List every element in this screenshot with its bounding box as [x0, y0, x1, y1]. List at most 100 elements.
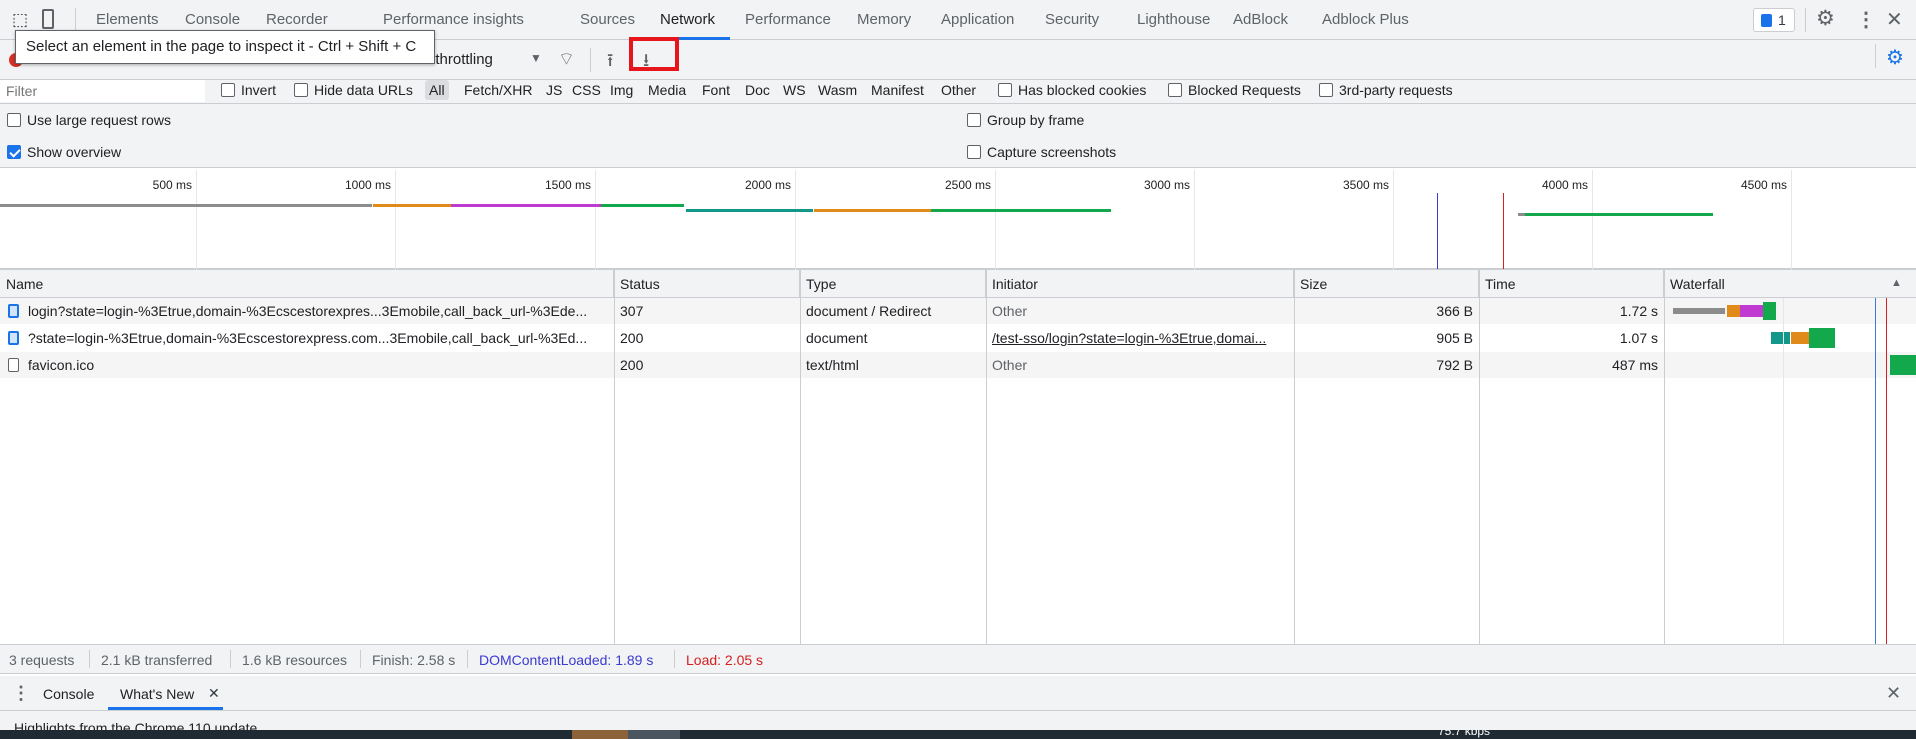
issues-count: 1	[1778, 12, 1786, 28]
drawer-menu-icon[interactable]: ⋮	[12, 683, 30, 704]
network-settings-gear-icon[interactable]: ⚙	[1886, 45, 1904, 70]
tab-memory[interactable]: Memory	[857, 11, 911, 28]
overview-bar-connect	[373, 204, 451, 207]
tab-network[interactable]: Network	[660, 11, 715, 28]
close-drawer-icon[interactable]: ✕	[1886, 683, 1901, 704]
overview-bar-waiting	[1525, 213, 1713, 216]
overview-bar-waiting	[931, 209, 1111, 212]
has-blocked-cookies-checkbox[interactable]: Has blocked cookies	[998, 82, 1146, 98]
tab-lighthouse[interactable]: Lighthouse	[1137, 11, 1210, 28]
column-header-initiator[interactable]: Initiator	[986, 270, 1294, 298]
request-status: 200	[620, 330, 644, 346]
whats-new-panel: Highlights from the Chrome 110 update	[0, 711, 1916, 731]
sort-ascending-icon[interactable]: ▲	[1891, 277, 1902, 289]
show-overview-checkbox[interactable]: Show overview	[7, 144, 121, 160]
tab-performance[interactable]: Performance	[745, 11, 831, 28]
drawer-tab-whats-new[interactable]: What's New	[120, 686, 194, 702]
filter-type-all[interactable]: All	[425, 80, 449, 100]
close-devtools-icon[interactable]: ✕	[1886, 7, 1903, 32]
filter-type-other[interactable]: Other	[941, 82, 976, 98]
close-tab-icon[interactable]: ✕	[208, 685, 220, 702]
filter-type-media[interactable]: Media	[648, 82, 686, 98]
drawer-tab-console[interactable]: Console	[43, 686, 94, 702]
request-initiator: Other	[992, 303, 1028, 319]
tab-adblock-plus[interactable]: Adblock Plus	[1322, 11, 1409, 28]
tab-elements[interactable]: Elements	[96, 11, 159, 28]
request-name[interactable]: ?state=login-%3Etrue,domain-%3Ecscestore…	[22, 325, 612, 351]
request-status: 200	[620, 357, 644, 373]
waterfall-bar-connect	[1791, 332, 1809, 344]
filter-type-img[interactable]: Img	[610, 82, 633, 98]
overview-bar-dns	[686, 209, 813, 212]
group-by-frame-checkbox[interactable]: Group by frame	[967, 112, 1084, 128]
issues-button[interactable]: 1	[1753, 8, 1795, 32]
request-initiator: Other	[992, 357, 1028, 373]
waterfall-bar-dns	[1771, 332, 1790, 344]
tab-security[interactable]: Security	[1045, 11, 1099, 28]
inspect-tooltip: Select an element in the page to inspect…	[15, 30, 435, 64]
transferred-size: 2.1 kB transferred	[101, 652, 213, 668]
blocked-requests-checkbox[interactable]: Blocked Requests	[1168, 82, 1301, 98]
table-row[interactable]: favicon.ico 200 text/html Other 792 B 48…	[0, 352, 1916, 378]
tab-console[interactable]: Console	[185, 11, 240, 28]
request-type: text/html	[806, 357, 859, 373]
filter-type-font[interactable]: Font	[702, 82, 730, 98]
import-har-icon[interactable]: ⭱	[607, 48, 613, 78]
filter-type-ws[interactable]: WS	[783, 82, 806, 98]
request-time: 1.72 s	[1619, 303, 1658, 319]
dcl-marker	[1437, 193, 1438, 269]
filter-type-manifest[interactable]: Manifest	[871, 82, 924, 98]
os-taskbar: 75.7 kbps	[0, 730, 1916, 739]
filter-type-wasm[interactable]: Wasm	[818, 82, 857, 98]
third-party-requests-checkbox[interactable]: 3rd-party requests	[1319, 82, 1453, 98]
overview-bar-queue	[0, 204, 372, 207]
overview-tick: 500 ms	[152, 178, 192, 192]
table-row[interactable]: ?state=login-%3Etrue,domain-%3Ecscestore…	[0, 325, 1916, 351]
column-header-size[interactable]: Size	[1294, 270, 1479, 298]
inspect-element-icon[interactable]: ⬚	[12, 10, 28, 30]
tab-application[interactable]: Application	[941, 11, 1014, 28]
overview-bar-ssl	[451, 204, 601, 207]
column-header-waterfall[interactable]: Waterfall	[1664, 270, 1916, 298]
filter-type-js[interactable]: JS	[546, 82, 562, 98]
settings-gear-icon[interactable]: ⚙	[1816, 6, 1835, 31]
invert-checkbox[interactable]: Invert	[221, 82, 276, 98]
capture-screenshots-checkbox[interactable]: Capture screenshots	[967, 144, 1116, 160]
waterfall-bar-waiting	[1763, 302, 1776, 320]
column-header-type[interactable]: Type	[800, 270, 986, 298]
overview-tick: 3000 ms	[1143, 178, 1190, 192]
finish-time: Finish: 2.58 s	[372, 652, 456, 668]
request-count: 3 requests	[9, 652, 75, 668]
file-icon	[8, 358, 19, 372]
request-initiator-link[interactable]: /test-sso/login?state=login-%3Etrue,doma…	[986, 325, 1294, 351]
request-status: 307	[620, 303, 644, 319]
tab-performance-insights[interactable]: Performance insights	[383, 11, 524, 28]
request-size: 905 B	[1436, 330, 1473, 346]
waterfall-bar-connect	[1727, 305, 1740, 317]
request-type: document / Redirect	[806, 303, 932, 319]
column-header-time[interactable]: Time	[1479, 270, 1664, 298]
request-name[interactable]: favicon.ico	[22, 352, 612, 378]
tab-adblock[interactable]: AdBlock	[1233, 11, 1288, 28]
network-speed: 75.7 kbps	[1438, 730, 1491, 738]
device-toolbar-icon[interactable]	[42, 9, 54, 29]
table-row[interactable]: login?state=login-%3Etrue,domain-%3Ecsce…	[0, 298, 1916, 324]
request-name[interactable]: login?state=login-%3Etrue,domain-%3Ecsce…	[22, 298, 612, 324]
network-conditions-icon[interactable]: ⌔	[558, 48, 575, 71]
filter-type-doc[interactable]: Doc	[745, 82, 770, 98]
column-header-name[interactable]: Name	[0, 270, 614, 298]
more-options-icon[interactable]: ⋮	[1856, 7, 1876, 32]
large-rows-checkbox[interactable]: Use large request rows	[7, 112, 171, 128]
filter-type-fetch-xhr[interactable]: Fetch/XHR	[464, 82, 532, 98]
column-header-status[interactable]: Status	[614, 270, 800, 298]
load-line	[1886, 298, 1887, 644]
dcl-line	[1875, 298, 1876, 644]
overview-bar-connect	[814, 209, 931, 212]
tab-sources[interactable]: Sources	[580, 11, 635, 28]
overview-tick: 4000 ms	[1541, 178, 1588, 192]
filter-type-css[interactable]: CSS	[572, 82, 601, 98]
filter-input[interactable]	[0, 80, 205, 102]
hide-data-urls-checkbox[interactable]: Hide data URLs	[294, 82, 413, 98]
overview-tick: 1500 ms	[544, 178, 591, 192]
tab-recorder[interactable]: Recorder	[266, 11, 328, 28]
